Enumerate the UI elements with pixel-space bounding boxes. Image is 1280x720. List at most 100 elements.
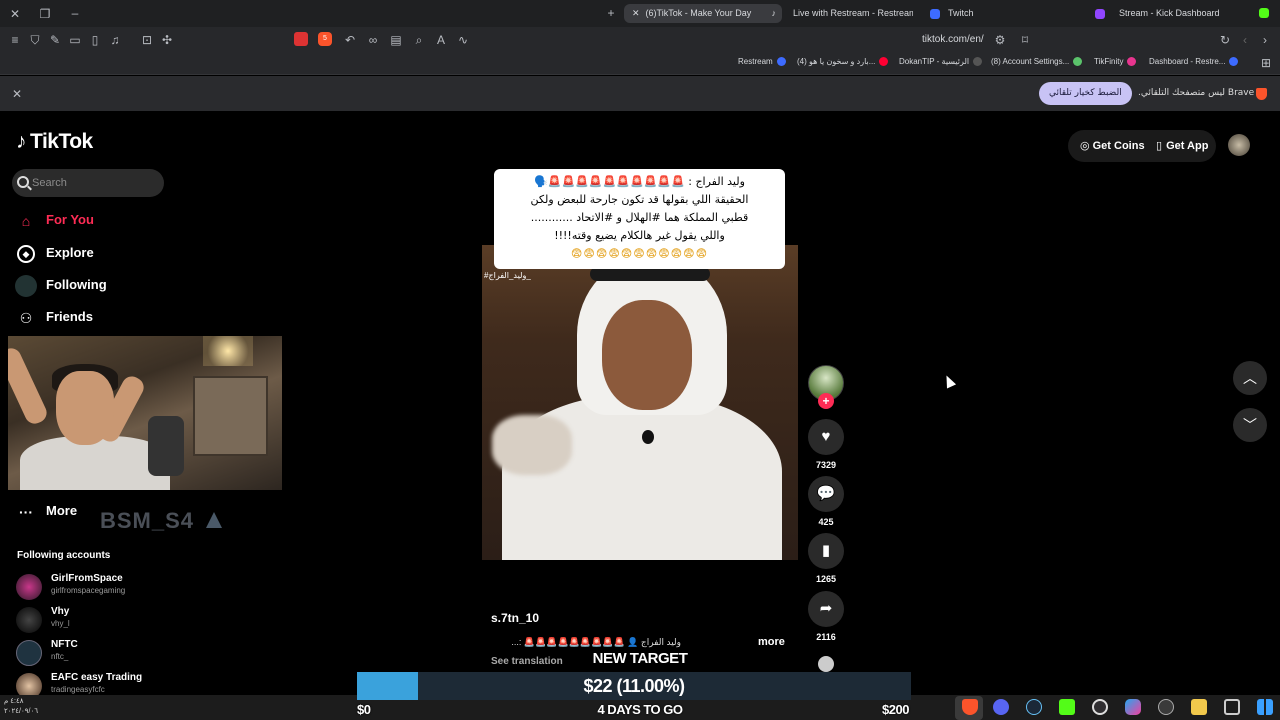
brush-icon[interactable]: ✎ — [47, 33, 63, 47]
minimize-window-icon[interactable]: – — [67, 6, 83, 20]
tab-twitch[interactable]: Twitch — [930, 4, 1020, 23]
more-button[interactable]: more — [758, 636, 785, 648]
nav-following[interactable]: Following — [15, 274, 107, 297]
nav-label: For You — [46, 212, 94, 227]
get-app-button[interactable]: ▯ Get App — [1156, 134, 1208, 158]
bookmark-icon: ▮ — [821, 542, 831, 559]
search-input[interactable]: Search — [12, 169, 164, 197]
close-window-icon[interactable]: ✕ — [7, 7, 23, 21]
music-icon[interactable]: ♫ — [107, 33, 123, 47]
forward-icon[interactable]: › — [1257, 33, 1273, 47]
video-man-agal — [590, 267, 710, 281]
obs-icon[interactable] — [1092, 699, 1108, 715]
restream-icon — [776, 57, 786, 67]
task-view-icon[interactable] — [1224, 699, 1240, 715]
steam-icon[interactable] — [1026, 699, 1042, 715]
reload-icon[interactable]: ↻ — [1217, 33, 1233, 47]
screenshot-icon[interactable]: ⊡ — [139, 33, 155, 47]
video-author[interactable]: s.7tn_10 — [491, 611, 539, 625]
tikfinity-icon — [1127, 57, 1137, 67]
reader-icon[interactable]: ▤ — [388, 33, 404, 47]
bookmark-tikfinity[interactable]: TikFinity — [1094, 57, 1137, 67]
restore-window-icon[interactable]: ❐ — [37, 7, 53, 21]
back-icon[interactable]: ‹ — [1237, 33, 1253, 47]
address-bar[interactable]: tiktok.com/en/ — [922, 34, 984, 45]
video-caption-box: وليد الفراج : 🚨🚨🚨🚨🚨🚨🚨🚨🚨🚨🗣️ الحقيقة اللي … — [494, 169, 785, 269]
nav-explore[interactable]: ◆ Explore — [17, 242, 94, 264]
tiktok-note-icon: ♪ — [16, 130, 27, 153]
next-video-button[interactable]: ﹀ — [1233, 408, 1267, 442]
tab-title: Stream - Kick Dashboard — [1119, 8, 1220, 18]
zoom-icon[interactable]: ⌕ — [411, 33, 427, 47]
sidebar-icon[interactable]: ▯ — [87, 33, 103, 47]
see-translation-link[interactable]: See translation — [491, 656, 563, 667]
brave-logo-icon — [1256, 88, 1267, 100]
close-icon[interactable]: ✕ — [9, 87, 25, 101]
follow-plus-icon[interactable]: + — [818, 393, 834, 409]
link-icon[interactable]: ∞ — [365, 33, 381, 47]
mouse-cursor-icon — [941, 373, 957, 389]
account-name: EAFC easy Trading — [51, 672, 143, 683]
account-icon — [1073, 57, 1083, 67]
tabs-icon[interactable]: ▭ — [67, 33, 83, 47]
copilot-icon[interactable] — [1125, 699, 1141, 715]
tab-restream[interactable]: Live with Restream - Restream — [793, 4, 913, 23]
brave-shields-icon[interactable]: 5 — [318, 32, 332, 46]
start-menu-icon[interactable] — [1257, 699, 1273, 715]
lapel-microphone — [642, 430, 654, 444]
compass-icon: ◆ — [17, 244, 35, 263]
new-tab-icon[interactable]: + — [603, 6, 619, 20]
comment-button[interactable]: 💬 — [808, 476, 844, 512]
kick-taskbar-icon[interactable] — [1059, 699, 1075, 715]
donation-goal-remaining: 4 DAYS TO GO — [597, 702, 683, 717]
friends-icon: ⚇ — [19, 309, 33, 326]
apps-grid-icon[interactable]: ⊞ — [1258, 56, 1274, 70]
tab-kick[interactable]: Stream - Kick Dashboard — [1095, 4, 1245, 23]
save-button[interactable]: ▮ — [808, 533, 844, 569]
bookmark-icon[interactable]: ⌑ — [1017, 33, 1033, 47]
browser-tab-bar: ✕ ❐ – + ✕ (6)TikTok - Make Your Day ♪ Liv… — [0, 0, 1280, 27]
menu-icon[interactable]: ≡ — [7, 33, 23, 47]
get-coins-button[interactable]: ◎ Get Coins — [1080, 134, 1145, 158]
share-button[interactable]: ➦ — [808, 591, 844, 627]
youtube-icon — [879, 57, 889, 67]
tab-close-icon[interactable]: ✕ — [632, 8, 640, 18]
bookmark-dashboard[interactable]: Dashboard - Restre... — [1149, 57, 1239, 67]
avatar — [16, 607, 42, 633]
donation-goal-amount: $22 (11.00%) — [583, 676, 685, 696]
adblock-icon[interactable] — [294, 32, 308, 46]
bookmark-restream[interactable]: Restream — [738, 57, 786, 67]
like-button[interactable]: ♥ — [808, 419, 844, 455]
bookmark-dokantip[interactable]: DokanTIP - الرئيسية — [899, 57, 983, 67]
file-explorer-icon[interactable] — [1191, 699, 1207, 715]
set-default-button[interactable]: الضبط كخيار تلقائي — [1039, 82, 1132, 105]
streamer-name-overlay: BSM_S4 — [100, 508, 195, 533]
account-name: GirlFromSpace — [51, 573, 123, 584]
nav-more[interactable]: ··· More — [17, 500, 77, 522]
bookmark-account-settings[interactable]: (8) Account Settings... — [991, 57, 1083, 67]
translate-icon[interactable]: A — [433, 33, 449, 47]
taskbar-clock[interactable]: ٤:٤٨ م ٢٠٢٤/٠٩/٠٦ — [4, 697, 38, 717]
tiktok-logo[interactable]: ♪ TikTok — [16, 130, 93, 154]
profile-avatar[interactable] — [1228, 134, 1250, 156]
donation-goal-start: $0 — [357, 702, 371, 717]
video-player[interactable]: #وليد_الفراج_ — [482, 245, 798, 560]
widgets-icon[interactable] — [1158, 699, 1174, 715]
phone-icon: ▯ — [1156, 140, 1163, 152]
coin-icon: ◎ — [1080, 140, 1090, 152]
bookmark-youtube[interactable]: (4) بارد و سخون يا هو... — [797, 57, 889, 67]
sound-disc-icon[interactable] — [818, 656, 834, 672]
bookmark-label: (8) Account Settings... — [991, 57, 1070, 66]
webcam-streamer-head — [56, 371, 114, 445]
tiktok-tab-icon: ♪ — [771, 8, 777, 18]
nav-friends[interactable]: ⚇ Friends — [17, 306, 93, 328]
site-settings-icon[interactable]: ⚙ — [992, 33, 1008, 47]
shield-icon[interactable]: ⛉ — [27, 33, 43, 47]
extensions-icon[interactable]: ✣ — [159, 33, 175, 47]
draw-icon[interactable]: ∿ — [455, 33, 471, 47]
undo-icon[interactable]: ↶ — [342, 33, 358, 47]
tab-tiktok[interactable]: ✕ (6)TikTok - Make Your Day ♪ — [624, 4, 782, 23]
discord-icon[interactable] — [993, 699, 1009, 715]
previous-video-button[interactable]: ︿ — [1233, 361, 1267, 395]
nav-for-you[interactable]: ⌂ For You — [17, 209, 94, 231]
